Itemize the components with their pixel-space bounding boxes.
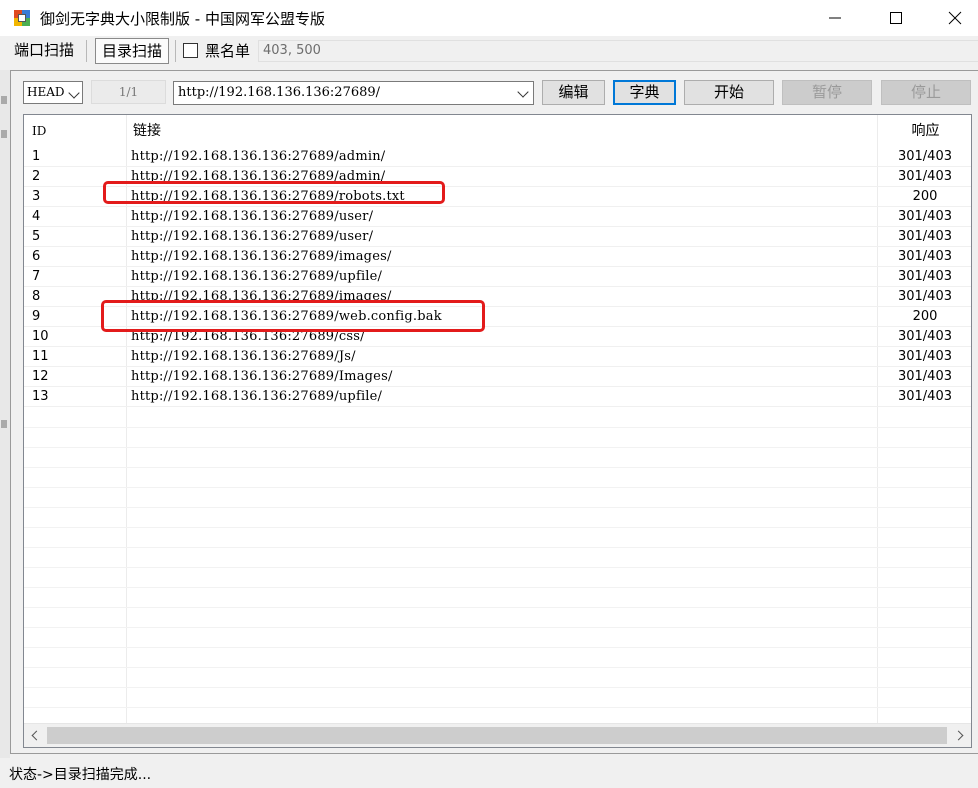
table-row[interactable]: 11 http://192.168.136.136:27689/Js/301/40… (24, 347, 971, 367)
scroll-right-button[interactable] (949, 724, 971, 747)
pause-button[interactable]: 暂停 (782, 80, 872, 105)
dict-button[interactable]: 字典 (613, 80, 676, 105)
empty-row-line (24, 527, 971, 528)
empty-row-line (24, 627, 971, 628)
tab-port-scan[interactable]: 端口扫描 (12, 38, 76, 64)
cell-link: http://192.168.136.136:27689/images/ (131, 249, 392, 264)
table-row[interactable]: 13 http://192.168.136.136:27689/upfile/30… (24, 387, 971, 407)
maximize-button[interactable] (873, 0, 919, 36)
empty-row-line (24, 487, 971, 488)
highlight-box-web-config (101, 300, 485, 332)
empty-row-line (24, 707, 971, 708)
cell-response: 301/403 (897, 369, 952, 384)
empty-row-line (24, 667, 971, 668)
target-url-combobox[interactable]: http://192.168.136.136:27689/ (173, 81, 534, 105)
tab-dir-scan[interactable]: 目录扫描 (95, 38, 169, 64)
blacklist-label[interactable]: 黑名单 (205, 40, 250, 61)
table-row[interactable]: 7 http://192.168.136.136:27689/upfile/301… (24, 267, 971, 287)
left-edge (0, 70, 10, 760)
chevron-down-icon[interactable] (517, 86, 529, 98)
status-text: 状态->目录扫描完成... (9, 767, 152, 783)
horizontal-scrollbar[interactable] (24, 723, 971, 747)
chevron-down-icon (68, 87, 80, 99)
cell-response: 301/403 (897, 349, 952, 364)
app-icon (14, 10, 30, 26)
cell-response: 301/403 (897, 229, 952, 244)
chevron-right-icon (953, 730, 964, 741)
table-row[interactable]: 1 http://192.168.136.136:27689/admin/301/… (24, 147, 971, 167)
empty-row-line (24, 427, 971, 428)
cell-link: http://192.168.136.136:27689/user/ (131, 209, 374, 224)
cell-response: 301/403 (897, 209, 952, 224)
cell-response: 301/403 (897, 169, 952, 184)
start-button[interactable]: 开始 (684, 80, 774, 105)
empty-row-line (24, 567, 971, 568)
minimize-icon (829, 17, 841, 19)
cell-link: http://192.168.136.136:27689/user/ (131, 229, 374, 244)
results-list[interactable]: ID 链接 响应 1 http://192.168.136.136:27689/a… (23, 114, 972, 748)
window-title: 御剑无字典大小限制版 - 中国网军公盟专版 (40, 10, 325, 28)
cell-id: 2 (32, 169, 41, 184)
cell-response: 301/403 (897, 149, 952, 164)
separator (86, 40, 87, 62)
blacklist-codes-input[interactable]: 403, 500 (258, 40, 978, 62)
empty-row-line (24, 607, 971, 608)
minimize-button[interactable] (812, 0, 858, 36)
table-row[interactable]: 6 http://192.168.136.136:27689/images/301… (24, 247, 971, 267)
close-button[interactable] (932, 0, 978, 36)
cell-id: 1 (32, 149, 41, 164)
empty-row-line (24, 547, 971, 548)
scroll-left-button[interactable] (24, 724, 46, 747)
column-header-link[interactable]: 链接 (126, 115, 877, 147)
cell-id: 5 (32, 229, 41, 244)
cell-link: http://192.168.136.136:27689/upfile/ (131, 389, 383, 404)
cell-link: http://192.168.136.136:27689/upfile/ (131, 269, 383, 284)
separator (175, 40, 176, 62)
table-row[interactable]: 12 http://192.168.136.136:27689/Images/30… (24, 367, 971, 387)
empty-row-line (24, 647, 971, 648)
empty-row-line (24, 507, 971, 508)
cell-response: 301/403 (897, 289, 952, 304)
cell-id: 4 (32, 209, 41, 224)
edit-button[interactable]: 编辑 (542, 80, 605, 105)
table-row[interactable]: 5 http://192.168.136.136:27689/user/301/4… (24, 227, 971, 247)
empty-row-line (24, 587, 971, 588)
stop-button[interactable]: 停止 (881, 80, 971, 105)
dict-counter: 1/1 (91, 80, 166, 104)
blacklist-checkbox[interactable] (183, 43, 198, 58)
cell-link: http://192.168.136.136:27689/admin/ (131, 149, 386, 164)
target-url-value: http://192.168.136.136:27689/ (178, 85, 381, 100)
column-header-id[interactable]: ID (24, 115, 126, 147)
empty-row-line (24, 467, 971, 468)
close-icon (948, 11, 962, 25)
empty-row-line (24, 687, 971, 688)
cell-link: http://192.168.136.136:27689/Images/ (131, 369, 393, 384)
cell-response: 301/403 (897, 389, 952, 404)
method-select[interactable]: HEAD (23, 81, 83, 104)
highlight-box-robots (103, 181, 445, 204)
title-bar: 御剑无字典大小限制版 - 中国网军公盟专版 (0, 0, 978, 36)
cell-id: 11 (32, 349, 49, 364)
cell-id: 7 (32, 269, 41, 284)
scrollbar-thumb[interactable] (47, 727, 947, 744)
chevron-left-icon (31, 730, 42, 741)
maximize-icon (890, 12, 902, 24)
cell-id: 3 (32, 189, 41, 204)
cell-id: 6 (32, 249, 41, 264)
cell-response: 301/403 (897, 249, 952, 264)
column-header-response[interactable]: 响应 (877, 115, 971, 147)
cell-id: 10 (32, 329, 49, 344)
table-row[interactable]: 4 http://192.168.136.136:27689/user/301/4… (24, 207, 971, 227)
method-value: HEAD (27, 85, 65, 99)
cell-id: 9 (32, 309, 41, 324)
cell-response: 200 (912, 309, 938, 324)
cell-id: 12 (32, 369, 49, 384)
cell-response: 301/403 (897, 329, 952, 344)
cell-id: 13 (32, 389, 49, 404)
cell-link: http://192.168.136.136:27689/Js/ (131, 349, 356, 364)
cell-response: 200 (912, 189, 938, 204)
empty-row-line (24, 447, 971, 448)
cell-id: 8 (32, 289, 41, 304)
cell-response: 301/403 (897, 269, 952, 284)
